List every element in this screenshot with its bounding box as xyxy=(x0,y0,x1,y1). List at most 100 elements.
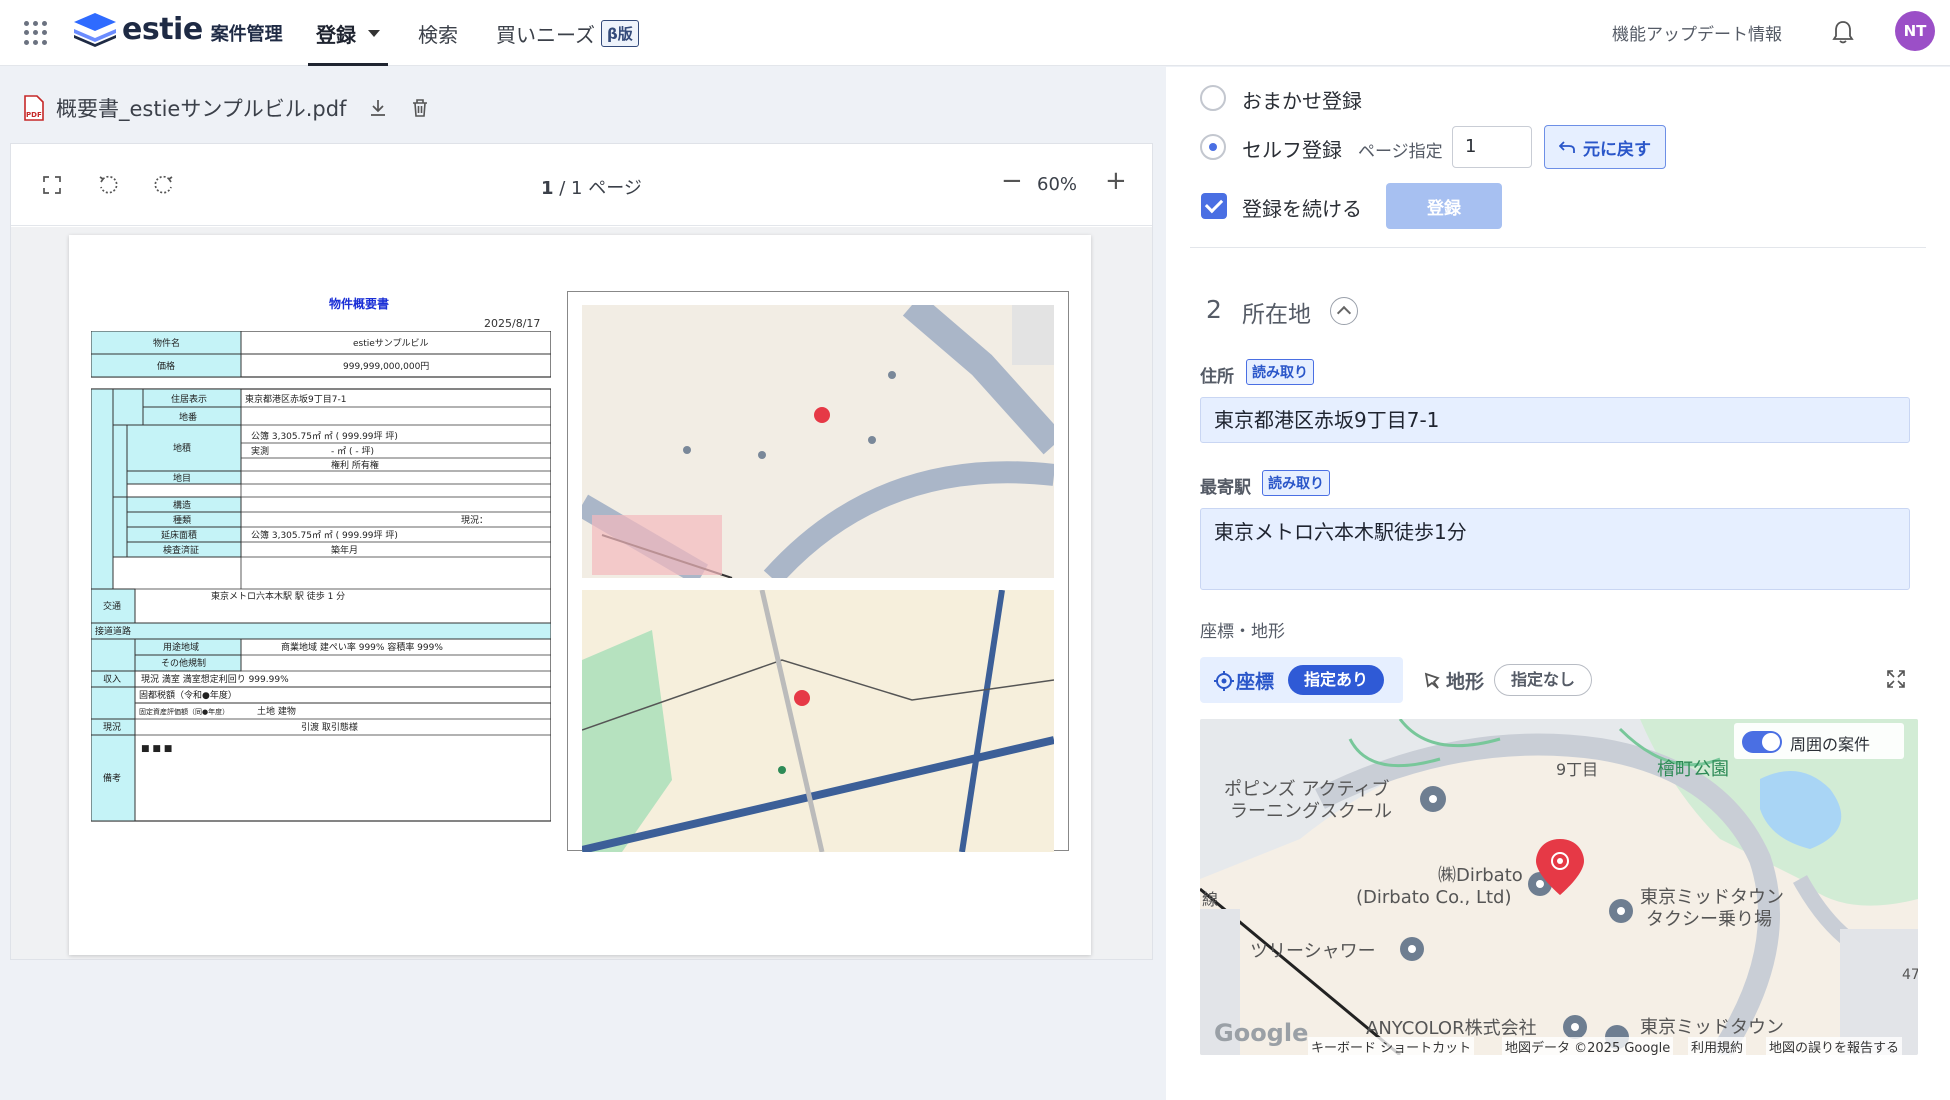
map-label-block: 9丁目 xyxy=(1556,760,1598,779)
map-label-pool-2: ラーニングスクール xyxy=(1230,801,1392,822)
doc-cell: 検査済証 xyxy=(163,544,199,556)
pdf-viewer: 1 / 1 ページ − 60% + 物件概要書 2025/8/17 物件名 es… xyxy=(10,143,1153,960)
download-icon[interactable] xyxy=(368,98,388,118)
map-label-midtown: 東京ミッドタウン xyxy=(1640,887,1784,908)
doc-title: 物件概要書 xyxy=(328,297,389,311)
auto-register-radio[interactable] xyxy=(1200,85,1226,111)
doc-cell: 現況 満室 満室想定利回り 999.99% xyxy=(141,673,289,685)
doc-cell: 東京都港区赤坂9丁目7-1 xyxy=(245,393,346,405)
doc-cell: 公簿 3,305.75㎡ ㎡ ( 999.99坪 坪) xyxy=(251,529,398,541)
logo-word: estie xyxy=(122,12,203,47)
expand-icon[interactable] xyxy=(1886,669,1906,689)
top-header: estie 案件管理 登録 検索 買いニーズ β版 機能アップデート情報 NT xyxy=(0,0,1950,66)
doc-cell: 価格 xyxy=(157,360,175,372)
doc-cell: 接道道路 xyxy=(95,625,131,637)
summary-table: 物件名 estieサンプルビル 価格 999,999,000,000円 住居表示… xyxy=(91,331,551,822)
avatar[interactable]: NT xyxy=(1895,11,1935,51)
zoom-out-button[interactable]: − xyxy=(1001,166,1023,196)
logo-subtitle: 案件管理 xyxy=(210,23,283,45)
trash-icon[interactable] xyxy=(410,98,430,118)
doc-map-area xyxy=(582,590,1054,852)
zoom-level: 60% xyxy=(1037,174,1078,195)
location-map[interactable]: 檜町公園 9丁目 ポピンズ アクティブラーニングスクール ㈱Dirbato (D… xyxy=(1200,719,1918,1055)
page-input[interactable]: 1 xyxy=(1452,126,1532,168)
doc-cell: その他規制 xyxy=(161,657,206,669)
doc-cell: 用途地域 xyxy=(163,641,199,653)
fullscreen-icon[interactable] xyxy=(41,174,63,196)
self-register-radio[interactable] xyxy=(1200,134,1226,160)
update-info-link[interactable]: 機能アップデート情報 xyxy=(1612,20,1782,45)
keyboard-shortcuts-link[interactable]: キーボード ショートカット xyxy=(1308,1037,1475,1056)
page-current: 1 xyxy=(541,178,554,199)
map-label-dirbato: ㈱Dirbato xyxy=(1438,865,1523,886)
revert-button[interactable]: 元に戻す xyxy=(1544,125,1666,169)
address-label: 住所 xyxy=(1200,367,1234,387)
nav-search[interactable]: 検索 xyxy=(410,0,466,66)
register-button[interactable]: 登録 xyxy=(1386,183,1502,229)
doc-cell: 地番 xyxy=(179,411,197,423)
nearby-toggle[interactable] xyxy=(1742,731,1782,753)
page-counter: 1 / 1 ページ xyxy=(541,174,642,200)
station-field[interactable]: 東京メトロ六本木駅徒歩1分 xyxy=(1200,508,1910,590)
doc-cell: 土地 建物 xyxy=(257,705,296,717)
viewer-canvas: 物件概要書 2025/8/17 物件名 estieサンプルビル 価格 999,9… xyxy=(11,227,1152,959)
section-title: 所在地 xyxy=(1242,302,1311,328)
chevron-down-icon xyxy=(368,29,380,37)
doc-cell: 備考 xyxy=(103,772,121,784)
form-pane: おまかせ登録 セルフ登録 ページ指定 1 元に戻す 登録を続ける 登録 2 所在… xyxy=(1166,67,1950,1100)
logo[interactable]: estie 案件管理 xyxy=(74,12,283,47)
terms-link[interactable]: 利用規約 xyxy=(1688,1037,1747,1056)
continue-label: 登録を続ける xyxy=(1242,197,1362,221)
map-label-taxi: タクシー乗り場 xyxy=(1646,909,1772,930)
map-label-pool-1: ポピンズ アクティブ xyxy=(1224,778,1389,800)
map-label-line: 線 xyxy=(1202,890,1218,909)
report-error-link[interactable]: 地図の誤りを報告する xyxy=(1766,1037,1903,1056)
page-spec-label: ページ指定 xyxy=(1358,142,1443,162)
rotate-right-icon[interactable] xyxy=(153,174,175,196)
file-bar: PDF 概要書_estieサンプルビル.pdf xyxy=(24,93,430,123)
rotate-left-icon[interactable] xyxy=(97,174,119,196)
shape-pin-icon xyxy=(1424,672,1440,689)
doc-cell: ■ ■ ■ xyxy=(141,744,172,754)
document-pane: PDF 概要書_estieサンプルビル.pdf 1 / 1 ページ − 60% … xyxy=(0,67,1166,1100)
address-field[interactable]: 東京都港区赤坂9丁目7-1 xyxy=(1200,397,1910,443)
nearby-toggle-wrap: 周囲の案件 xyxy=(1734,723,1904,759)
map-label-47: 47 xyxy=(1902,967,1918,983)
coords-section-label: 座標・地形 xyxy=(1200,622,1285,642)
doc-map-detail xyxy=(582,305,1054,578)
doc-cell: - ㎡ ( - 坪) xyxy=(331,446,374,457)
doc-cell: 築年月 xyxy=(331,544,358,556)
nav-register[interactable]: 登録 xyxy=(308,0,388,66)
pdf-page: 物件概要書 2025/8/17 物件名 estieサンプルビル 価格 999,9… xyxy=(69,235,1091,955)
doc-cell: 種類 xyxy=(173,515,191,526)
doc-cell: 地積 xyxy=(173,442,191,454)
read-badge-address: 読み取り xyxy=(1246,359,1314,385)
doc-cell: 商業地域 建ぺい率 999% 容積率 999% xyxy=(281,641,443,653)
svg-text:PDF: PDF xyxy=(26,111,42,119)
map-footer: キーボード ショートカット 地図データ ©2025 Google 利用規約 地図… xyxy=(1200,1033,1918,1056)
doc-date: 2025/8/17 xyxy=(484,317,541,330)
auto-register-label: おまかせ登録 xyxy=(1242,89,1362,113)
undo-icon xyxy=(1559,141,1575,153)
coord-status-pill: 指定あり xyxy=(1288,665,1385,695)
shape-tab[interactable]: 地形 xyxy=(1446,667,1484,694)
divider xyxy=(1190,247,1926,248)
doc-cell: 公簿 3,305.75㎡ ㎡ ( 999.99坪 坪) xyxy=(251,430,398,442)
map-label-tower: ツリーシャワー xyxy=(1250,941,1376,962)
doc-cell: 固定資産評価額（同●年度） xyxy=(139,707,229,716)
doc-cell: 延床面積 xyxy=(161,529,197,541)
app-grid-icon[interactable] xyxy=(24,21,48,45)
doc-cell: 地目 xyxy=(173,472,191,484)
nav-register-label: 登録 xyxy=(316,22,356,47)
nav-buy-needs[interactable]: 買いニーズ β版 xyxy=(488,0,647,66)
doc-cell: 999,999,000,000円 xyxy=(343,361,429,372)
section-number: 2 xyxy=(1206,295,1222,324)
continue-checkbox[interactable] xyxy=(1201,193,1227,219)
doc-cell: 固都税額（令和●年度） xyxy=(139,689,237,701)
doc-cell: 収入 xyxy=(103,673,121,685)
doc-cell: 住居表示 xyxy=(171,393,207,405)
zoom-in-button[interactable]: + xyxy=(1105,166,1127,196)
bell-icon[interactable] xyxy=(1832,20,1854,44)
chevron-up-icon[interactable] xyxy=(1330,297,1358,325)
doc-cell: 構造 xyxy=(173,499,191,511)
